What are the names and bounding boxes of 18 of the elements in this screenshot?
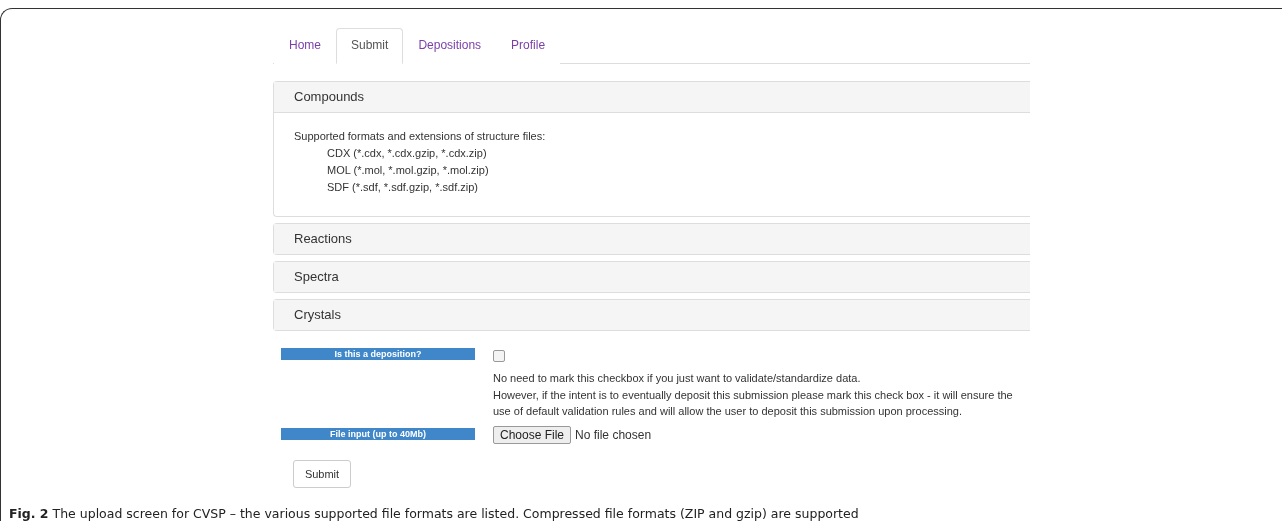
panel-header[interactable]: Spectra	[274, 262, 1030, 292]
panel-header[interactable]: Reactions	[274, 224, 1030, 254]
body-text: Supported formats and extensions of structure files:	[294, 129, 547, 144]
field-label: File input (up to 40Mb)	[281, 427, 475, 440]
format-item: CDX (*.cdx, *.cdx.gzip, *.cdx.zip)	[326, 146, 488, 161]
submit-button[interactable]: Submit	[293, 459, 351, 488]
format-item: SDF (*.sdf, *.sdf.gzip, *.sdf.zip)	[326, 180, 479, 195]
file-status: No file chosen	[575, 427, 652, 442]
figure-caption: Fig. 2 The upload screen for CVSP – the various supported file formats are listed. Compressed file formats (ZIP and gzip) are supported	[8, 505, 860, 521]
help-text: No need to mark this checkbox if you just want to validate/standardize data.	[493, 371, 862, 386]
help-text: However, if the intent is to eventually deposit this submission please mark this check box - it will ensure the use of default validation rules and will allow the user to deposit this submission upon processing.	[493, 387, 1014, 419]
format-item: MOL (*.mol, *.mol.gzip, *.mol.zip)	[326, 163, 490, 178]
choose-file-button[interactable]: Choose File	[493, 425, 572, 444]
nav-tab[interactable]: Submit	[336, 28, 404, 64]
panel-header[interactable]: Crystals	[274, 300, 1030, 330]
field-label: Is this a deposition?	[281, 348, 475, 360]
checkbox[interactable]	[493, 350, 505, 362]
panel-header[interactable]: Compounds	[274, 82, 1030, 113]
